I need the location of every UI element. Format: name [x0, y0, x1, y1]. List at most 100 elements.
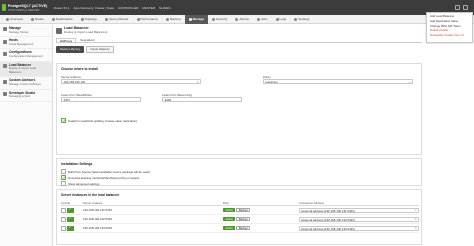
option-label: Overwrite Existing /usr/local/sbin/hapro…	[68, 175, 140, 180]
meta-item: Cluster 51.1	[53, 5, 70, 10]
nav-alarms[interactable]: Alarms	[231, 15, 253, 24]
row-expand-toggle[interactable]	[61, 216, 66, 222]
nav-label: Query Monitor	[108, 17, 129, 21]
menu-icon[interactable]	[463, 5, 468, 10]
listen-rw-input[interactable]: 3307	[61, 97, 141, 102]
include-toggle[interactable]	[67, 207, 74, 213]
tab-deploy-haproxy[interactable]: Deploy HAproxy	[56, 46, 85, 53]
nav-label: Backup	[170, 17, 181, 21]
option-label: Build from Source (latest available sour…	[68, 169, 150, 174]
sidebar-item-custom-advisors[interactable]: Custom Advisors Manage Custom Advisors	[0, 77, 52, 90]
server-instance: 192.168.100.131:5432	[83, 208, 112, 212]
nav-security[interactable]: Security	[208, 15, 231, 24]
nav-label: Alarms	[239, 17, 249, 21]
tab-keepalived[interactable]: Keepalived	[77, 38, 97, 42]
role-active-button[interactable]: Active	[223, 216, 236, 222]
nav-backup[interactable]: Backup	[162, 15, 184, 24]
nodes-icon	[30, 17, 34, 21]
server-address-select[interactable]: 192.168.100.130 ▾	[61, 79, 201, 84]
meta-item: Auto Recovery: Cluster | Node	[73, 5, 114, 10]
load-balancer-icon	[56, 28, 62, 34]
sidebar-item-sub: Deploy & Import Load Balancers	[9, 66, 37, 74]
meta-item: MASTER	[142, 5, 156, 10]
row-expand-toggle[interactable]	[61, 207, 66, 213]
connection-address-select[interactable]: External Address [192.168.100.131:5432] ▾	[299, 207, 419, 213]
server-instance: 192.168.100.133:5432	[83, 226, 112, 230]
query-monitor-icon	[104, 17, 108, 21]
nav-label: Security	[216, 17, 228, 21]
installation-settings-section: Installation Settings Build from Source …	[56, 158, 422, 186]
manage-icon	[3, 27, 7, 32]
option-label: Show advanced settings	[68, 181, 100, 186]
policy-value: leastconn	[265, 80, 278, 84]
nav-label: Jobs	[260, 17, 268, 21]
advanced-settings-checkbox[interactable]	[61, 181, 66, 186]
settings-icon	[294, 17, 298, 21]
header-actions	[455, 5, 468, 10]
build-from-source-checkbox[interactable]	[61, 169, 66, 174]
dashboards-icon	[51, 17, 55, 21]
cluster-logo-icon	[2, 4, 6, 11]
table-row: 192.168.100.133:5432 ActiveBackup Extern…	[61, 224, 419, 233]
sidebar-item-sub: Manage Cluster	[9, 29, 29, 34]
install-location-section: Choose where to install Server Address 1…	[56, 63, 422, 155]
role-backup-button[interactable]: Backup	[236, 225, 251, 231]
refresh-icon[interactable]	[455, 5, 460, 10]
sidebar-item-sub: Managing scripts	[9, 94, 31, 99]
nav-dashboards[interactable]: Dashboards	[48, 15, 77, 24]
include-toggle[interactable]	[67, 216, 74, 222]
nav-jobs[interactable]: Jobs	[253, 15, 272, 24]
chevron-down-icon: ▾	[415, 227, 417, 231]
tab-haproxy[interactable]: HAProxy	[56, 38, 77, 43]
sidebar-item-sub: Configuration Management	[9, 53, 43, 58]
sidebar-item-load-balancer[interactable]: Load Balancer Deploy & Import Load Balanc…	[0, 61, 52, 78]
row-expand-toggle[interactable]	[61, 225, 66, 231]
cluster-nav: Overview Nodes Dashboards Topology Query…	[0, 14, 474, 24]
main-content: Load Balancer Deploy & Import Load Balan…	[56, 26, 422, 246]
nav-query-monitor[interactable]: Query Monitor	[101, 15, 133, 24]
role-backup-button[interactable]: Backup	[236, 216, 251, 222]
rw-split-checkbox[interactable]	[61, 118, 66, 123]
chevron-down-icon: ▾	[197, 80, 199, 84]
nav-label: Manage	[192, 17, 205, 21]
tab-import-haproxy[interactable]: Import HAproxy	[86, 46, 114, 53]
nav-performance[interactable]: Performance	[133, 15, 163, 24]
column-header: Connection Address	[299, 201, 325, 205]
policy-select[interactable]: leastconn ▾	[263, 79, 413, 84]
overwrite-existing-checkbox[interactable]	[61, 175, 66, 180]
sidebar-item-developer-studio[interactable]: Developer Studio Managing scripts	[0, 90, 52, 102]
performance-icon	[136, 17, 140, 21]
listen-ro-input[interactable]: 3308	[162, 97, 242, 102]
sidebar-item-manage[interactable]: Manage Manage Cluster	[0, 25, 52, 38]
meta-item: SLAVES	[159, 5, 171, 10]
connection-address-select[interactable]: External Address [192.168.100.132:5432] ▾	[299, 216, 419, 222]
nav-overview[interactable]: Overview	[2, 15, 27, 24]
backup-icon	[166, 17, 170, 21]
connection-value: External Address [192.168.100.133:5432]	[301, 226, 355, 231]
nav-settings[interactable]: Settings	[290, 15, 313, 24]
manage-sidebar: Manage Manage Cluster Hosts Hosts Manageme…	[0, 25, 53, 246]
table-row: 192.168.100.132:5432 ActiveBackup Extern…	[61, 215, 419, 224]
cluster-title[interactable]: PostgreSQL7 (ACTIVE) POSTGRESQL SERVER	[8, 4, 47, 12]
page-subtitle: Deploy & Import Load Balancers	[64, 30, 108, 34]
haproxy-mode-tabs: Deploy HAproxy Import HAproxy	[56, 46, 422, 53]
section-title: Server instances in the load balancer	[61, 193, 120, 197]
dropdown-deregister-cluster[interactable]: Deregister Cluster from UI	[427, 33, 472, 38]
custom-advisors-icon	[3, 79, 7, 84]
sidebar-item-hosts[interactable]: Hosts Hosts Management	[0, 37, 52, 50]
listen-ro-value: 3308	[164, 98, 171, 102]
role-active-button[interactable]: Active	[223, 207, 236, 213]
sidebar-item-configurations[interactable]: Configurations Configuration Management	[0, 49, 52, 62]
nav-manage[interactable]: Manage	[184, 14, 209, 24]
role-active-button[interactable]: Active	[223, 225, 236, 231]
role-backup-button[interactable]: Backup	[236, 207, 251, 213]
include-toggle[interactable]	[67, 225, 74, 231]
meta-item: CONTROLLER	[118, 5, 139, 10]
nav-label: Settings	[298, 17, 310, 21]
nav-nodes[interactable]: Nodes	[27, 15, 48, 24]
nav-logs[interactable]: Logs	[272, 15, 291, 24]
nav-topology[interactable]: Topology	[77, 15, 101, 24]
connection-address-select[interactable]: External Address [192.168.100.133:5432] ▾	[299, 225, 419, 231]
jobs-icon	[256, 17, 260, 21]
top-bar: PostgreSQL7 (ACTIVE) POSTGRESQL SERVER C…	[0, 0, 474, 15]
